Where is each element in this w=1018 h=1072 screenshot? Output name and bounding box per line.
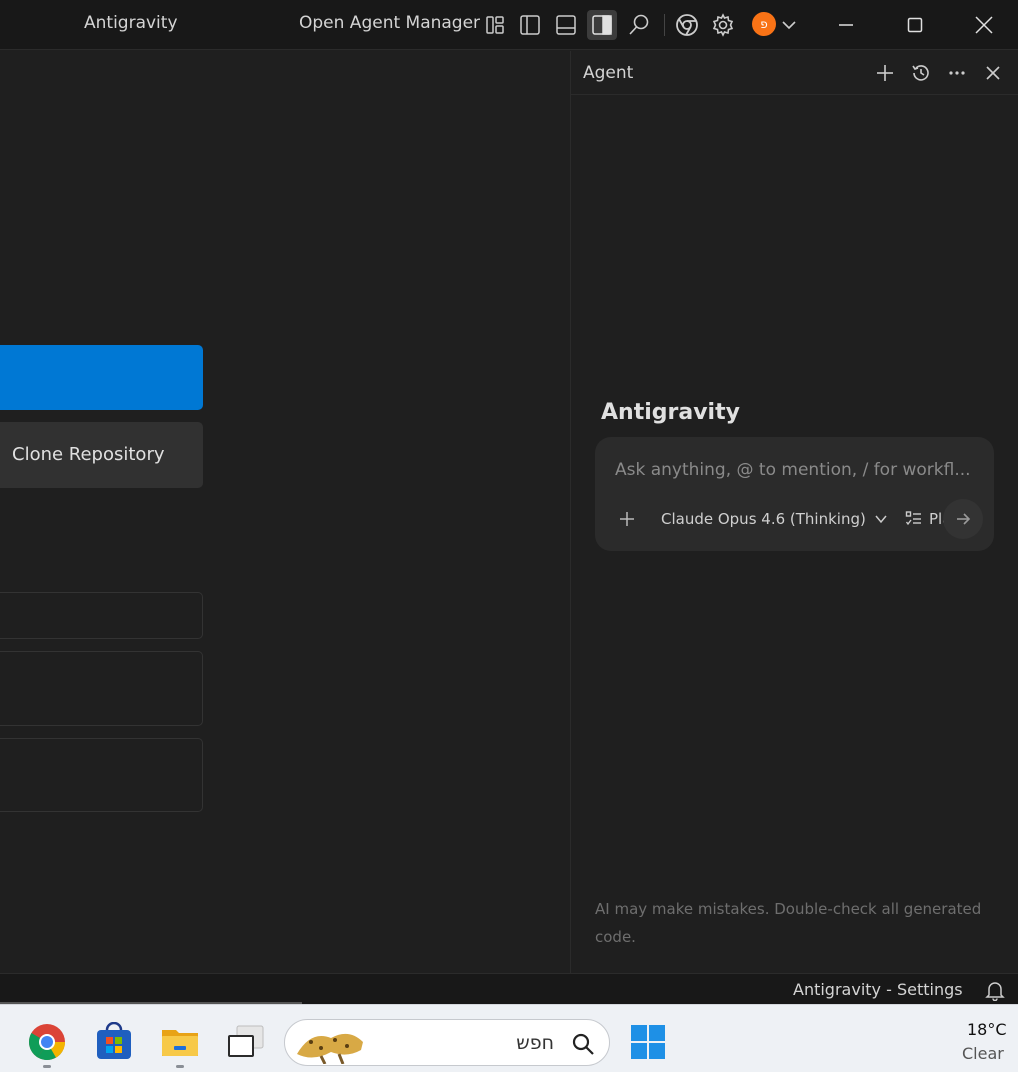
chevron-down-icon[interactable] (774, 10, 804, 40)
titlebar-separator (664, 14, 665, 36)
agent-panel-title: Agent (583, 63, 634, 83)
file-explorer-icon[interactable] (160, 1022, 200, 1062)
agent-panel: Agent Antigravity Claude Opus 4.6 (Think… (571, 51, 1018, 973)
add-context-icon[interactable] (617, 509, 637, 529)
recent-item[interactable] (0, 592, 203, 639)
maximize-icon (907, 17, 923, 33)
open-agent-manager-button[interactable]: Open Agent Manager (299, 13, 480, 33)
chevron-down-icon (875, 515, 887, 524)
layout-customize-icon[interactable] (480, 10, 510, 40)
taskbar-search[interactable]: חפש (284, 1019, 610, 1066)
weather-condition[interactable]: Clear (962, 1044, 1004, 1063)
recent-item[interactable] (0, 738, 203, 812)
search-icon[interactable] (624, 10, 654, 40)
chrome-icon[interactable] (27, 1022, 67, 1062)
chat-composer: Claude Opus 4.6 (Thinking) Plan (595, 437, 994, 551)
running-indicator (43, 1065, 51, 1068)
agent-heading: Antigravity (601, 400, 740, 425)
history-icon[interactable] (908, 60, 934, 86)
microsoft-store-icon[interactable] (94, 1021, 134, 1062)
running-indicator (176, 1065, 184, 1068)
task-view-icon[interactable] (225, 1022, 265, 1062)
toggle-secondary-sidebar-icon[interactable] (587, 10, 617, 40)
minimize-button[interactable] (828, 10, 864, 40)
taskbar: חפש 18°C Clear (0, 1004, 1018, 1072)
gear-icon[interactable] (708, 10, 738, 40)
arrow-right-icon (957, 513, 971, 525)
settings-status-item[interactable]: Antigravity - Settings (793, 980, 963, 999)
plus-icon[interactable] (872, 60, 898, 86)
close-icon[interactable] (980, 60, 1006, 86)
primary-action-button[interactable] (0, 345, 203, 410)
bell-icon[interactable] (984, 979, 1006, 1002)
clone-repository-button[interactable]: Clone Repository (0, 422, 203, 488)
toggle-primary-sidebar-icon[interactable] (515, 10, 545, 40)
close-icon (975, 16, 993, 34)
search-icon (572, 1033, 594, 1055)
search-highlight-icon (297, 1033, 363, 1064)
agent-panel-header: Agent (571, 51, 1018, 95)
more-icon[interactable] (944, 60, 970, 86)
window-title: Antigravity (84, 13, 178, 33)
search-placeholder: חפש (516, 1032, 554, 1054)
toggle-panel-icon[interactable] (551, 10, 581, 40)
maximize-button[interactable] (897, 10, 933, 40)
model-label: Claude Opus 4.6 (Thinking) (661, 510, 866, 528)
close-window-button[interactable] (966, 10, 1002, 40)
chrome-icon[interactable] (672, 10, 702, 40)
recent-item[interactable] (0, 651, 203, 726)
windows-icon[interactable] (628, 1022, 668, 1062)
send-button[interactable] (943, 499, 983, 539)
minimize-icon (839, 24, 853, 26)
chat-input[interactable] (615, 457, 980, 483)
editor-area: Clone Repository (0, 51, 570, 973)
checklist-icon (905, 511, 921, 526)
title-bar: Antigravity Open Agent Manager פ (0, 0, 1018, 50)
ai-disclaimer: AI may make mistakes. Double-check all g… (595, 900, 982, 946)
model-selector[interactable]: Claude Opus 4.6 (Thinking) (661, 510, 888, 528)
weather-temperature[interactable]: 18°C (967, 1020, 1007, 1039)
status-bar: Antigravity - Settings (0, 973, 1018, 1004)
account-avatar[interactable]: פ (752, 12, 776, 36)
